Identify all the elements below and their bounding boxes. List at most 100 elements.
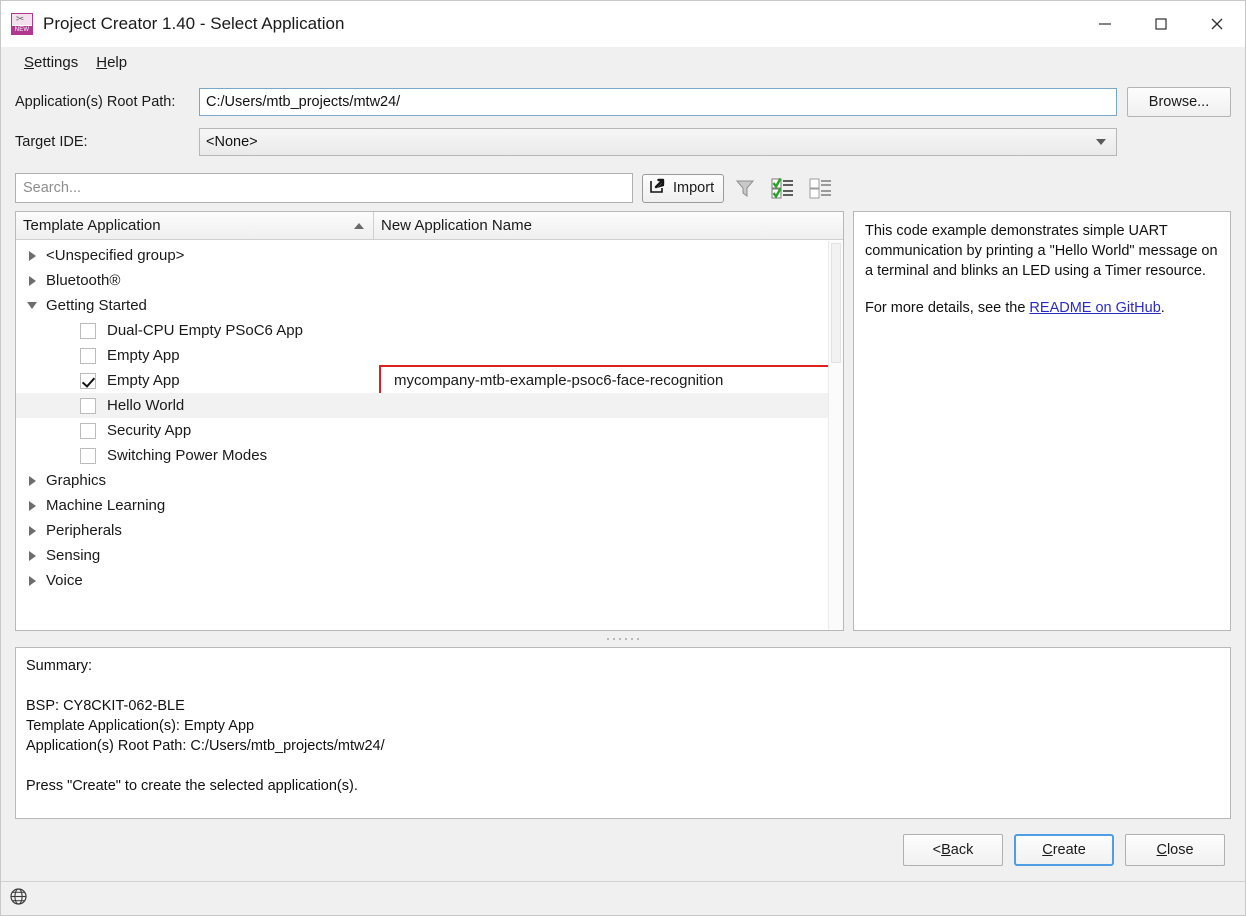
check-all-icon[interactable] — [766, 173, 800, 203]
tree-row[interactable]: Voice — [16, 568, 843, 593]
tree-row[interactable]: Graphics — [16, 468, 843, 493]
chevron-down-icon — [1096, 139, 1106, 145]
tree-row[interactable]: Hello World — [16, 393, 843, 418]
filter-funnel-icon[interactable] — [728, 173, 762, 203]
title-bar: ✂ NEW Project Creator 1.40 - Select Appl… — [1, 1, 1245, 47]
template-checkbox[interactable] — [80, 322, 96, 339]
menu-help[interactable]: Help — [87, 51, 136, 74]
new-project-icon: ✂ NEW — [11, 13, 33, 35]
tree-row[interactable]: <Unspecified group> — [16, 243, 843, 268]
splitter-grip-icon — [607, 638, 639, 640]
target-ide-row: Target IDE: <None> — [15, 128, 1231, 156]
chevron-right-icon[interactable] — [20, 525, 44, 536]
chevron-right-icon[interactable] — [20, 575, 44, 586]
root-path-input[interactable]: C:/Users/mtb_projects/mtw24/ — [199, 88, 1117, 116]
summary-wrap: Summary: BSP: CY8CKIT-062-BLE Template A… — [1, 647, 1245, 819]
uncheck-all-icon[interactable] — [804, 173, 838, 203]
chevron-right-icon[interactable] — [20, 475, 44, 486]
menu-help-label: elp — [107, 53, 128, 71]
list-toolbar: Search... Import — [1, 167, 1245, 211]
template-checkbox[interactable] — [80, 397, 96, 414]
column-header-new-application-name-label: New Application Name — [381, 217, 532, 234]
close-icon[interactable] — [1189, 1, 1245, 47]
tree-leaf-label: Hello World — [107, 397, 185, 414]
chevron-right-icon[interactable] — [20, 500, 44, 511]
menu-bar: Settings Help — [1, 47, 1245, 77]
globe-icon[interactable] — [9, 887, 28, 910]
status-bar — [1, 881, 1245, 915]
import-button[interactable]: Import — [642, 173, 725, 203]
tree-group-label: Graphics — [46, 472, 107, 489]
back-button[interactable]: < Back — [903, 834, 1003, 866]
tree-row[interactable]: Dual-CPU Empty PSoC6 App — [16, 318, 843, 343]
maximize-icon[interactable] — [1133, 1, 1189, 47]
sort-ascending-icon — [354, 222, 364, 229]
chevron-down-icon[interactable] — [20, 302, 44, 309]
tree-row[interactable]: Switching Power Modes — [16, 443, 843, 468]
search-placeholder: Search... — [23, 180, 82, 196]
tree-group-label: <Unspecified group> — [46, 247, 185, 264]
target-ide-label: Target IDE: — [15, 134, 88, 150]
column-header-template-application-label: Template Application — [23, 217, 161, 234]
tree-group-label: Sensing — [46, 547, 101, 564]
tree-group-label: Peripherals — [46, 522, 122, 539]
tree-row[interactable]: Security App — [16, 418, 843, 443]
tree-row[interactable]: Sensing — [16, 543, 843, 568]
template-checkbox[interactable] — [80, 422, 96, 439]
summary-panel: Summary: BSP: CY8CKIT-062-BLE Template A… — [15, 647, 1231, 819]
dialog-button-bar: < Back Create Close — [1, 819, 1245, 881]
tree-scrollbar[interactable] — [828, 241, 843, 630]
tree-row[interactable]: Bluetooth® — [16, 268, 843, 293]
menu-settings-label: ettings — [34, 53, 79, 71]
tree-leaf-label: Empty App — [107, 372, 180, 389]
tree-row[interactable]: Peripherals — [16, 518, 843, 543]
template-checkbox-checked[interactable] — [80, 372, 96, 389]
tree-row[interactable]: Getting Started — [16, 293, 843, 318]
browse-button[interactable]: Browse... — [1127, 87, 1231, 117]
column-header-new-application-name[interactable]: New Application Name — [374, 212, 843, 239]
window-title: Project Creator 1.40 - Select Applicatio… — [43, 14, 345, 33]
back-prefix: < — [932, 842, 942, 858]
tree-leaf-label: Security App — [107, 422, 192, 439]
template-checkbox[interactable] — [80, 347, 96, 364]
close-button[interactable]: Close — [1125, 834, 1225, 866]
column-header-template-application[interactable]: Template Application — [16, 212, 374, 239]
tree-group-label: Machine Learning — [46, 497, 166, 514]
tree-group-label: Getting Started — [46, 297, 147, 314]
chevron-right-icon[interactable] — [20, 250, 44, 261]
root-path-label: Application(s) Root Path: — [15, 94, 176, 110]
target-ide-select[interactable]: <None> — [199, 128, 1117, 156]
form-area: Application(s) Root Path: C:/Users/mtb_p… — [1, 77, 1245, 167]
tree-row-selected[interactable]: Empty App mycompany-mtb-example-psoc6-fa… — [16, 364, 843, 397]
search-input[interactable]: Search... — [15, 173, 633, 203]
template-application-tree: Template Application New Application Nam… — [15, 211, 844, 631]
readme-on-github-link[interactable]: README on GitHub — [1029, 300, 1160, 316]
create-mnemonic: C — [1042, 842, 1053, 858]
main-split: Template Application New Application Nam… — [1, 211, 1245, 631]
menu-settings[interactable]: Settings — [15, 51, 87, 74]
tree-row[interactable]: Machine Learning — [16, 493, 843, 518]
chevron-right-icon[interactable] — [20, 275, 44, 286]
description-link-paragraph: For more details, see the README on GitH… — [865, 298, 1219, 318]
target-ide-value: <None> — [206, 134, 258, 150]
new-application-name-input[interactable]: mycompany-mtb-example-psoc6-face-recogni… — [379, 364, 834, 397]
description-panel: This code example demonstrates simple UA… — [853, 211, 1231, 631]
create-button[interactable]: Create — [1014, 834, 1114, 866]
create-label: reate — [1052, 842, 1086, 858]
tree-group-label: Voice — [46, 572, 83, 589]
back-mnemonic: B — [941, 842, 951, 858]
chevron-right-icon[interactable] — [20, 550, 44, 561]
tree-leaf-label: Empty App — [107, 347, 180, 364]
menu-settings-mnemonic: S — [24, 53, 35, 71]
icon-badge-label: NEW — [12, 26, 32, 34]
description-link-prefix: For more details, see the — [865, 300, 1030, 316]
tree-leaf-label: Switching Power Modes — [107, 447, 268, 464]
template-checkbox[interactable] — [80, 447, 96, 464]
root-path-row: Application(s) Root Path: C:/Users/mtb_p… — [15, 87, 1231, 117]
back-label: ack — [950, 842, 974, 858]
panel-splitter[interactable] — [1, 631, 1245, 647]
tree-leaf-label: Dual-CPU Empty PSoC6 App — [107, 322, 303, 339]
tree-scrollbar-thumb[interactable] — [831, 243, 841, 363]
minimize-icon[interactable] — [1077, 1, 1133, 47]
description-paragraph: This code example demonstrates simple UA… — [865, 223, 1218, 279]
